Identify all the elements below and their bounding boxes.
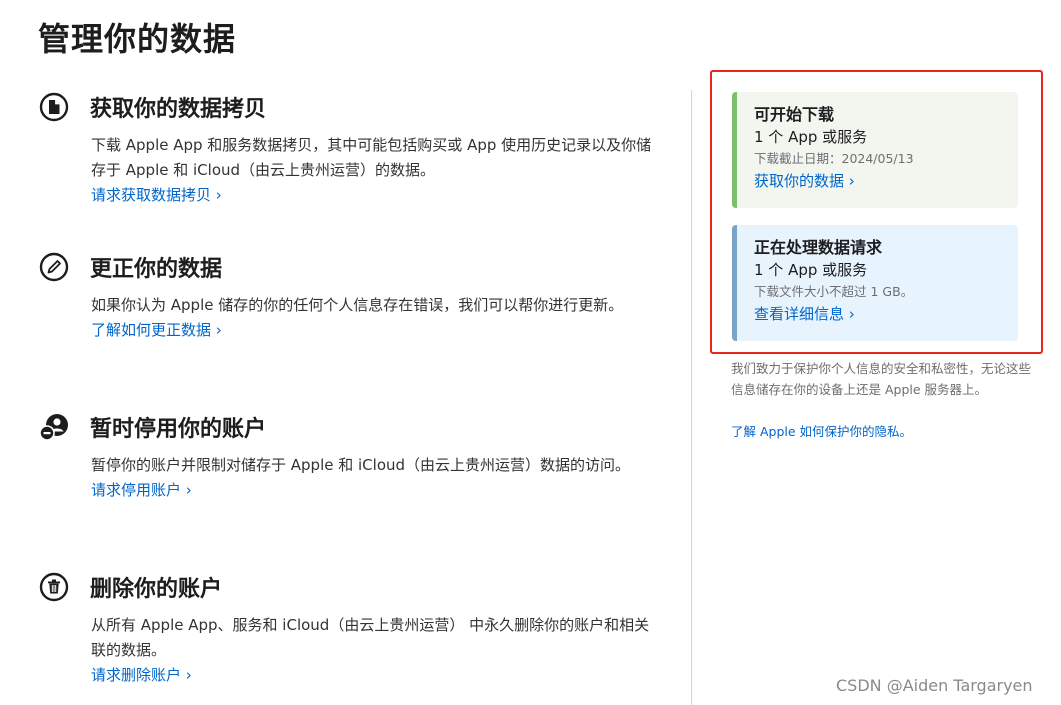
card-title: 可开始下载 [754,105,835,124]
section-header: 暂时停用你的账户 [38,410,668,444]
section-description: 下载 Apple App 和服务数据拷贝，其中可能包括购买或 App 使用历史记… [91,136,652,179]
privacy-link[interactable]: 了解 Apple 如何保护你的隐私。 [731,421,912,442]
section-description: 如果你认为 Apple 储存的你的任何个人信息存在错误，我们可以帮你进行更新。 [91,296,624,314]
section-get-data-copy: 获取你的数据拷贝 下载 Apple App 和服务数据拷贝，其中可能包括购买或 … [38,90,668,207]
request-delete-link[interactable]: 请求删除账户 › [91,663,668,687]
download-ready-card: 可开始下载 1 个 App 或服务 下载截止日期：2024/05/13 获取你的… [732,92,1018,208]
section-header: 更正你的数据 [38,250,668,284]
section-header: 获取你的数据拷贝 [38,90,668,124]
page-title: 管理你的数据 [38,20,237,58]
pencil-icon [38,251,70,283]
column-divider [691,90,692,705]
section-header: 删除你的账户 [38,570,668,604]
request-deactivate-link[interactable]: 请求停用账户 › [91,478,668,502]
privacy-note: 我们致力于保护你个人信息的安全和私密性，无论这些信息储存在你的设备上还是 App… [731,361,1032,397]
file-size-note: 下载文件大小不超过 1 GB。 [754,284,914,299]
document-icon [38,91,70,123]
section-title: 删除你的账户 [90,577,223,602]
section-title: 获取你的数据拷贝 [90,97,267,122]
watermark: CSDN @Aiden Targaryen [836,676,1033,695]
processing-request-card: 正在处理数据请求 1 个 App 或服务 下载文件大小不超过 1 GB。 查看详… [732,225,1018,341]
section-deactivate-account: 暂时停用你的账户 暂停你的账户并限制对储存于 Apple 和 iCloud（由云… [38,410,668,502]
card-title: 正在处理数据请求 [754,238,883,257]
get-your-data-link[interactable]: 获取你的数据 › [754,169,1018,193]
view-details-link[interactable]: 查看详细信息 › [754,302,1018,326]
section-title: 更正你的数据 [90,257,223,282]
section-description: 从所有 Apple App、服务和 iCloud（由云上贵州运营） 中永久删除你… [91,616,650,659]
learn-correct-data-link[interactable]: 了解如何更正数据 › [91,318,668,342]
trash-icon [38,571,70,603]
card-subtitle: 1 个 App 或服务 [754,261,868,279]
download-deadline: 下载截止日期：2024/05/13 [754,151,914,166]
card-subtitle: 1 个 App 或服务 [754,128,868,146]
request-data-copy-link[interactable]: 请求获取数据拷贝 › [91,183,668,207]
section-title: 暂时停用你的账户 [90,417,267,442]
section-correct-data: 更正你的数据 如果你认为 Apple 储存的你的任何个人信息存在错误，我们可以帮… [38,250,668,342]
section-description: 暂停你的账户并限制对储存于 Apple 和 iCloud（由云上贵州运营）数据的… [91,456,631,474]
deactivate-account-icon [38,411,70,443]
section-delete-account: 删除你的账户 从所有 Apple App、服务和 iCloud（由云上贵州运营）… [38,570,668,687]
